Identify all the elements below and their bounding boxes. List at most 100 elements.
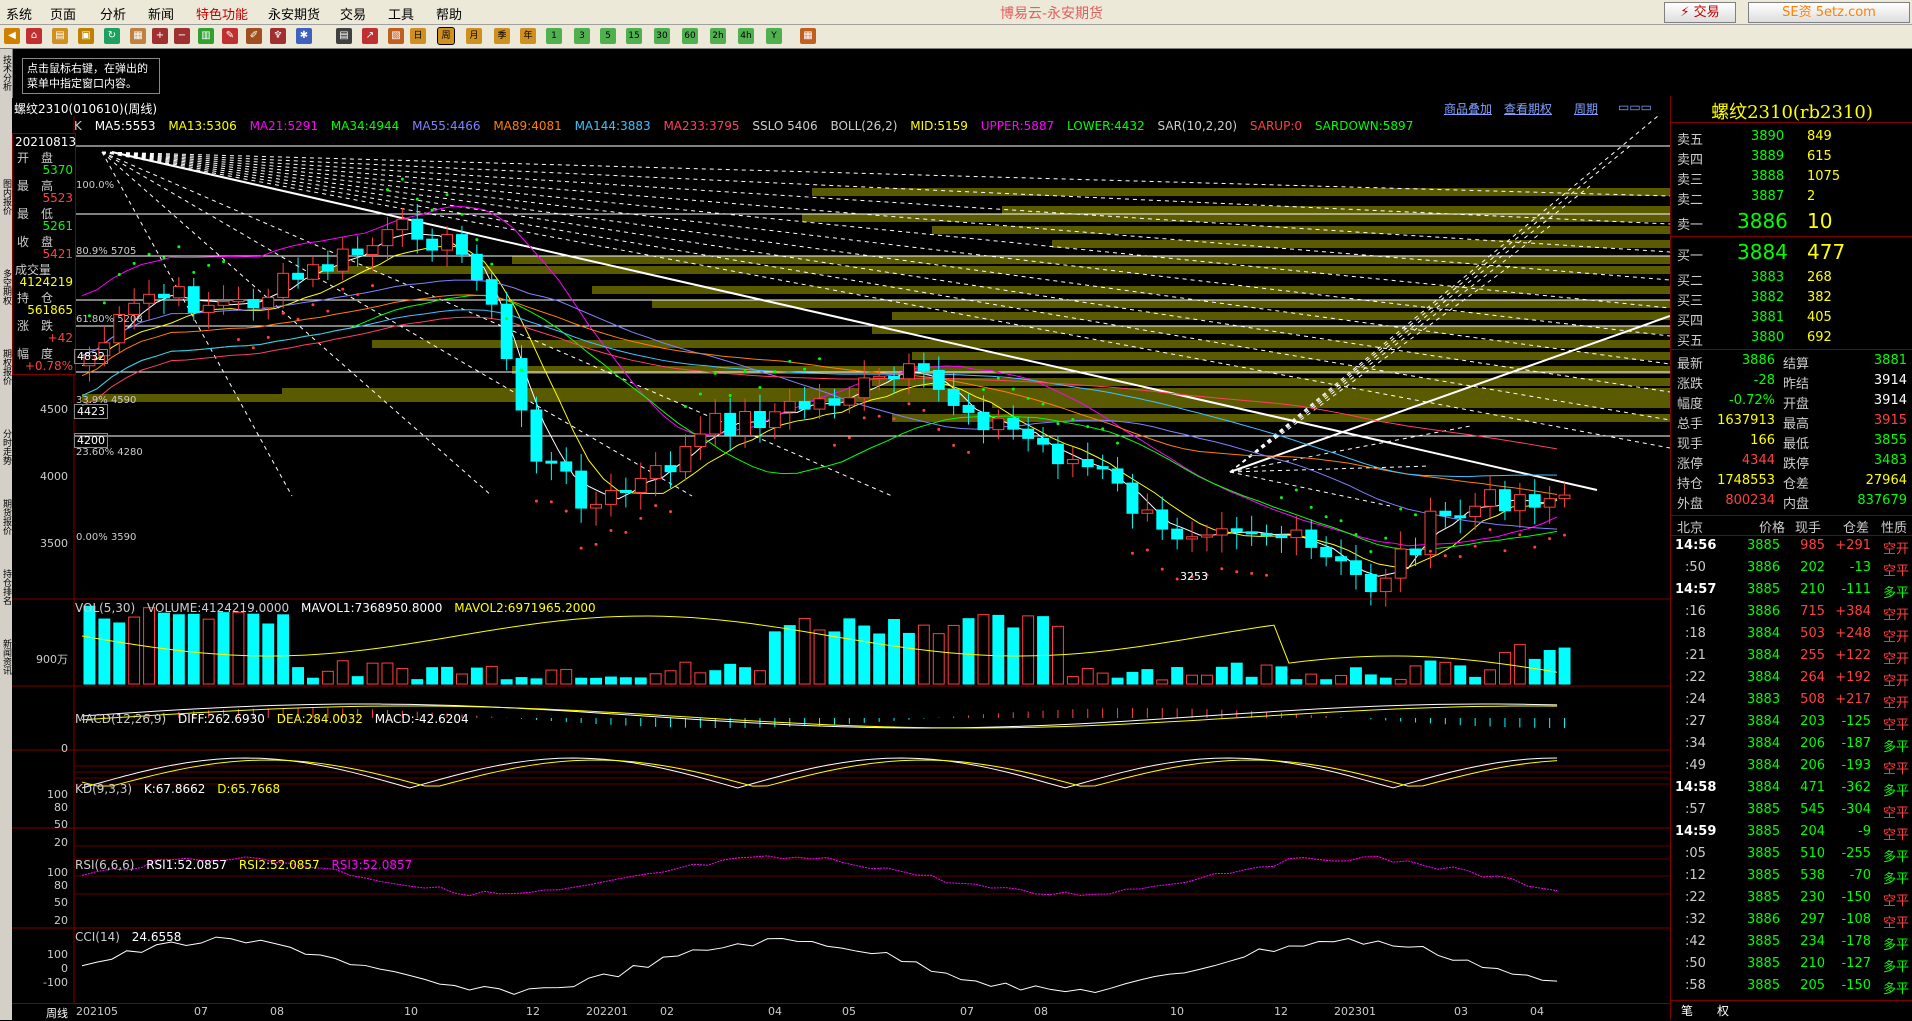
tab-rights[interactable]: 权 xyxy=(1717,1002,1729,1019)
stat-label: 外盘 xyxy=(1677,497,1704,512)
left-tab-rank[interactable]: 持仓排名 xyxy=(1,569,11,605)
info-pct: +0.78% xyxy=(24,359,73,373)
draw-icon[interactable]: ✎ xyxy=(222,28,238,44)
fib-100: 100.0% xyxy=(76,180,115,191)
menu-tools[interactable]: 工具 xyxy=(388,4,414,23)
trade-button[interactable]: ⚡ 交易 xyxy=(1664,2,1736,23)
tick-price: 3885 xyxy=(1747,868,1781,883)
left-tab-option-quote[interactable]: 期权报价 xyxy=(1,349,11,385)
candle-body xyxy=(649,465,662,479)
sar-dot xyxy=(1265,573,1269,577)
menu-trade[interactable]: 交易 xyxy=(340,4,366,23)
menu-analysis[interactable]: 分析 xyxy=(100,4,126,23)
menu-system[interactable]: 系统 xyxy=(6,4,32,23)
sar-dot xyxy=(1116,441,1120,445)
rsi-title: RSI(6,6,6) xyxy=(75,858,135,872)
period-year-button[interactable]: 年 xyxy=(520,28,536,44)
tip-box: 点击鼠标右键，在弹出的菜单中指定窗口内容。 xyxy=(22,58,160,94)
period-60m-button[interactable]: 60 xyxy=(682,28,698,44)
indicator-icon[interactable]: ▧ xyxy=(388,28,404,44)
volume-bar xyxy=(813,629,826,685)
volume-bar xyxy=(1543,650,1556,685)
candle-body xyxy=(1320,546,1333,558)
candle-body xyxy=(411,218,424,240)
candle-body xyxy=(873,375,886,379)
zoom-out-icon[interactable]: − xyxy=(174,28,190,44)
period-week-button[interactable]: 周 xyxy=(437,27,455,45)
tick-oi-change: +217 xyxy=(1835,692,1871,707)
ask-price: 3887 xyxy=(1751,189,1785,204)
period-day-button[interactable]: 日 xyxy=(410,28,426,44)
info-button[interactable]: SE资 5etz.com xyxy=(1748,2,1910,23)
overlay-link[interactable]: 商品叠加 xyxy=(1444,100,1492,117)
menu-news[interactable]: 新闻 xyxy=(148,4,174,23)
zoom-in-icon[interactable]: + xyxy=(152,28,168,44)
table-icon[interactable]: ▤ xyxy=(336,28,352,44)
brush-icon[interactable]: ✐ xyxy=(246,28,262,44)
tick-time: :50 xyxy=(1685,560,1706,575)
candle-body xyxy=(1350,560,1362,575)
period-month-button[interactable]: 月 xyxy=(466,28,482,44)
tick-vol: 297 xyxy=(1800,912,1825,927)
home-icon[interactable]: ⌂ xyxy=(26,28,42,44)
period-5m-button[interactable]: 5 xyxy=(600,28,616,44)
ask-label: 卖一 xyxy=(1677,218,1704,233)
volume-bar xyxy=(1320,679,1333,685)
left-tab-options[interactable]: 多空期权 xyxy=(1,269,11,305)
tool-icon[interactable]: ✱ xyxy=(296,28,312,44)
tab-ticks[interactable]: 笔 xyxy=(1681,1002,1693,1019)
volume-bar xyxy=(545,669,558,685)
tick-time: :32 xyxy=(1685,912,1706,927)
window-control-icons[interactable]: ▭▭▭ xyxy=(1618,100,1652,114)
period-link[interactable]: 周期 xyxy=(1574,100,1598,117)
tick-header-oi: 仓差 xyxy=(1843,521,1870,536)
period-1m-button[interactable]: 1 xyxy=(546,28,562,44)
menu-yongan[interactable]: 永安期货 xyxy=(268,4,320,23)
options-link[interactable]: 查看期权 xyxy=(1504,100,1552,117)
menu-special[interactable]: 特色功能 xyxy=(196,4,248,23)
left-tab-futures[interactable]: 期货报价 xyxy=(1,499,11,535)
candle-body xyxy=(932,369,945,390)
volume-bar xyxy=(1260,664,1273,685)
line-chart-icon[interactable]: ↗ xyxy=(362,28,378,44)
period-4h-button[interactable]: 4h xyxy=(738,28,754,44)
period-custom-button[interactable]: Y xyxy=(766,28,782,44)
left-tab-timeline[interactable]: 分时走势 xyxy=(1,429,11,465)
sar-dot xyxy=(877,414,881,418)
cup-icon[interactable]: ♆ xyxy=(270,28,286,44)
folder-icon[interactable]: ▤ xyxy=(52,28,68,44)
stat-value: -0.72% xyxy=(1729,393,1775,408)
period-quarter-button[interactable]: 季 xyxy=(494,28,510,44)
candle-body xyxy=(1186,536,1198,540)
period-3m-button[interactable]: 3 xyxy=(574,28,590,44)
ma-55: MA55:4466 xyxy=(412,119,481,133)
candle-body xyxy=(917,363,930,371)
calculator-icon[interactable]: ▦ xyxy=(800,28,816,44)
layout-icon[interactable]: ▥ xyxy=(198,28,214,44)
cci-y-neg100: -100 xyxy=(43,976,68,989)
menu-page[interactable]: 页面 xyxy=(50,4,76,23)
tick-type: 多平 xyxy=(1882,938,1909,953)
stat-value: 3914 xyxy=(1873,393,1907,408)
left-tab-tech[interactable]: 技术分析 xyxy=(1,55,11,91)
candle-body xyxy=(1439,510,1452,517)
period-15m-button[interactable]: 15 xyxy=(626,28,642,44)
period-2h-button[interactable]: 2h xyxy=(710,28,726,44)
volume-bar xyxy=(1469,676,1482,685)
period-30m-button[interactable]: 30 xyxy=(654,28,670,44)
stat-value: 3914 xyxy=(1873,373,1907,388)
print-icon[interactable]: ▦ xyxy=(130,28,146,44)
menu-help[interactable]: 帮助 xyxy=(436,4,462,23)
tick-type: 空平 xyxy=(1882,828,1909,843)
save-icon[interactable]: ▣ xyxy=(78,28,94,44)
sar-dot xyxy=(862,416,866,420)
bid-label: 买二 xyxy=(1677,274,1704,289)
rsi-y-20: 20 xyxy=(54,914,68,927)
bid-price: 3883 xyxy=(1751,270,1785,285)
refresh-icon[interactable]: ↻ xyxy=(104,28,120,44)
back-icon[interactable]: ◀ xyxy=(4,28,20,44)
sar-dot xyxy=(400,177,404,181)
left-tab-quote[interactable]: 图内报价 xyxy=(1,179,11,215)
left-tab-news[interactable]: 新闻资讯 xyxy=(1,639,11,675)
price-tag-4832: 4832 xyxy=(74,349,108,364)
